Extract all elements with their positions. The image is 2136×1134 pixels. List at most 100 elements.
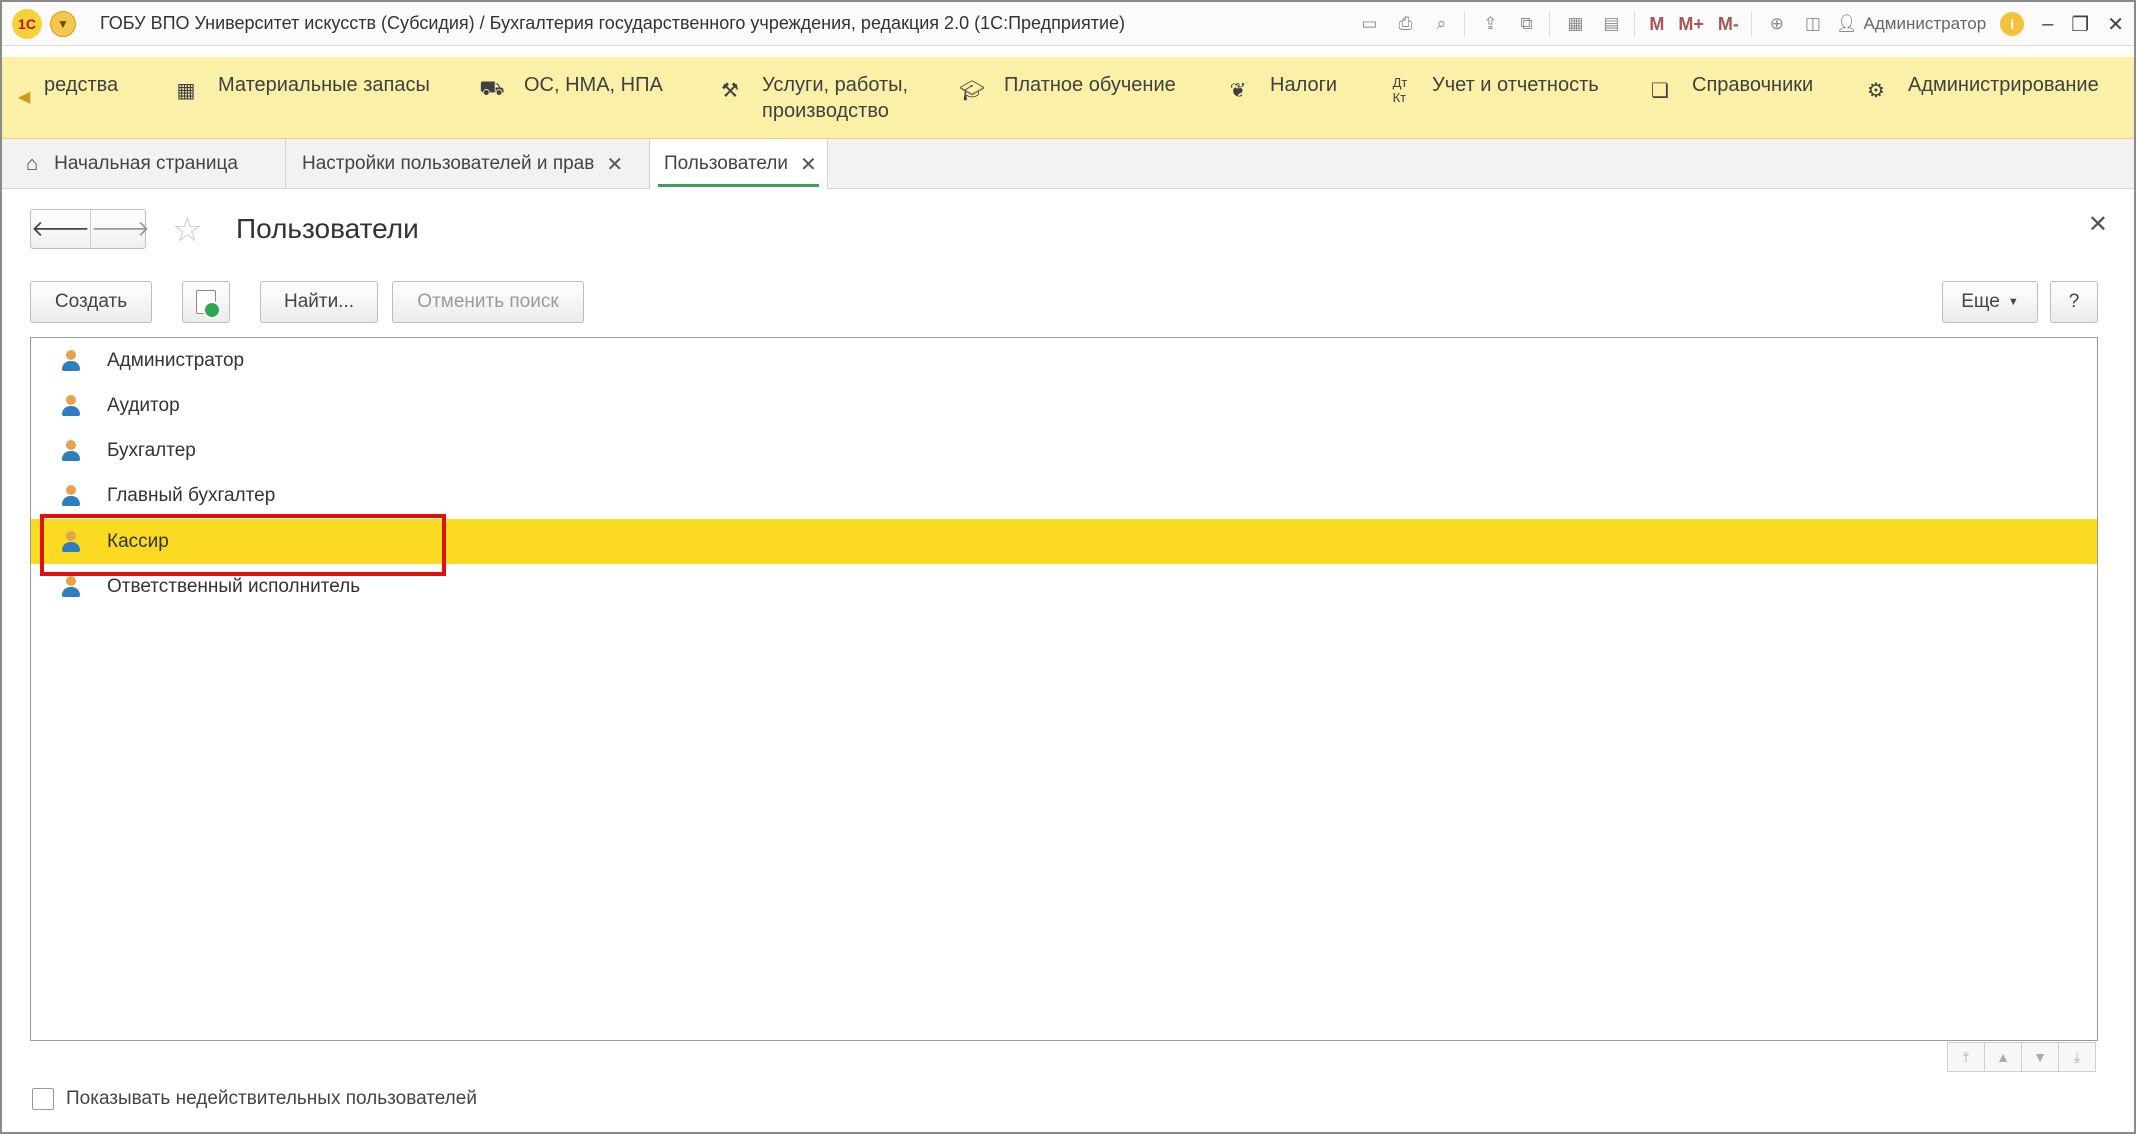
user-name: Администратор [107, 349, 245, 371]
toolbar-divider [1464, 11, 1466, 37]
list-item[interactable]: Аудитор [31, 383, 2097, 428]
favorite-star-icon[interactable]: ☆ [172, 210, 202, 250]
user-name: Аудитор [107, 394, 180, 416]
user-icon [61, 350, 81, 372]
memory-m-button[interactable]: M [1649, 13, 1664, 35]
section-label: ОС, НМА, НПА [524, 74, 663, 96]
eagle-icon: ❦ [1229, 79, 1247, 102]
list-item[interactable]: Администратор [31, 338, 2097, 383]
books-icon: ❏ [1651, 79, 1669, 102]
window-title: ГОБУ ВПО Университет искусств (Субсидия)… [100, 13, 1126, 33]
show-invalid-users-option[interactable]: Показывать недействительных пользователе… [32, 1088, 477, 1110]
upload-icon[interactable]: ⇪ [1479, 13, 1501, 35]
section-paid-education[interactable]: 🎓︎ Платное обучение [958, 72, 1176, 104]
user-name: Бухгалтер [107, 439, 196, 461]
section-label: Платное обучение [1004, 74, 1176, 96]
sections-panel: ◀ редства ▦ Материальные запасы ⛟ ОС, НМ… [2, 57, 2134, 139]
section-label: редства [44, 74, 119, 96]
show-invalid-users-label: Показывать недействительных пользователе… [66, 1088, 477, 1109]
tab-users[interactable]: Пользователи ✕ [650, 139, 828, 189]
gear-icon: ⚙ [1867, 79, 1885, 102]
main-menu-button[interactable]: ▼ [50, 10, 76, 37]
list-item-selected[interactable]: Кассир [31, 519, 2097, 564]
section-label: Справочники [1692, 74, 1814, 96]
tab-label: Настройки пользователей и прав [302, 153, 595, 174]
find-button[interactable]: Найти... [260, 281, 378, 323]
open-windows-bar: ⌂ Начальная страница Настройки пользоват… [2, 139, 2134, 189]
scroll-up-icon[interactable]: ▲ [1984, 1042, 2022, 1072]
forward-button[interactable]: 🡒 [90, 210, 150, 248]
home-icon: ⌂ [26, 152, 39, 175]
close-icon[interactable]: ✕ [606, 152, 623, 177]
section-item[interactable]: редства [38, 72, 118, 98]
app-window: 1С ▼ ГОБУ ВПО Университет искусств (Субс… [0, 0, 2136, 1134]
user-name: Ответственный исполнитель [107, 575, 361, 597]
panel-layout-icon[interactable]: ◫ [1802, 13, 1824, 35]
restore-button[interactable]: ❐ [2071, 12, 2089, 37]
toolbar-divider [1750, 11, 1752, 37]
section-accounting[interactable]: Дт Кт Учет и отчетность [1386, 72, 1599, 105]
section-administration[interactable]: ⚙ Администрирование [1862, 72, 2099, 104]
active-tab-indicator [658, 184, 819, 187]
list-item[interactable]: Бухгалтер [31, 428, 2097, 473]
scroll-top-icon[interactable]: ⤒ [1947, 1042, 1985, 1072]
preview-icon[interactable]: ⌕ [1430, 13, 1452, 35]
section-services[interactable]: ⚒ Услуги, работы, производство [716, 72, 922, 124]
tab-home[interactable]: ⌂ Начальная страница [2, 139, 286, 189]
list-scroll-controls: ⤒ ▲ ▼ ⤓ [1947, 1042, 2096, 1072]
help-button[interactable]: ? [2050, 281, 2098, 323]
calculator-icon[interactable]: ▦ [1564, 13, 1586, 35]
section-label: Налоги [1270, 74, 1338, 96]
app-logo: 1С [12, 8, 42, 39]
user-icon [61, 395, 81, 417]
close-window-button[interactable]: ✕ [2107, 12, 2124, 37]
section-fixed-assets[interactable]: ⛟ ОС, НМА, НПА [478, 72, 663, 104]
save-icon[interactable]: ▭ [1358, 13, 1380, 35]
user-name: Главный бухгалтер [107, 484, 276, 506]
list-item[interactable]: Главный бухгалтер [31, 473, 2097, 518]
graduation-cap-icon: 🎓︎ [959, 79, 985, 102]
section-references[interactable]: ❏ Справочники [1646, 72, 1813, 104]
section-taxes[interactable]: ❦ Налоги [1224, 72, 1337, 104]
arrow-left-icon: 🡐 [31, 216, 90, 241]
navigation-buttons: 🡐 🡒 [30, 209, 150, 249]
current-user-name: Администратор [1863, 14, 1987, 33]
user-name: Кассир [107, 530, 169, 552]
copy-button[interactable] [182, 281, 230, 323]
compare-icon[interactable]: ⧉ [1515, 13, 1537, 35]
calendar-icon[interactable]: ▤ [1600, 13, 1622, 35]
current-user[interactable]: 👤︎ Администратор [1836, 14, 1986, 34]
truck-icon: ⛟ [479, 77, 505, 100]
more-button[interactable]: Еще ▼ [1942, 281, 2038, 323]
section-label: Материальные запасы [218, 74, 430, 96]
tab-label: Начальная страница [54, 153, 238, 174]
scroll-down-icon[interactable]: ▼ [2021, 1042, 2059, 1072]
minimize-button[interactable]: – [2042, 13, 2053, 36]
tools-icon: ⚒ [721, 79, 739, 102]
info-icon[interactable]: i [2000, 12, 2025, 36]
page-title: Пользователи [236, 213, 419, 244]
title-toolbar: ▭ ⎙ ⌕ ⇪ ⧉ ▦ ▤ M M+ M- ⊕ ◫ 👤︎ Администрат… [1344, 2, 2124, 46]
cancel-search-button[interactable]: Отменить поиск [392, 281, 584, 323]
back-button[interactable]: 🡐 [31, 210, 90, 248]
zoom-icon[interactable]: ⊕ [1766, 13, 1788, 35]
user-icon: 👤︎ [1835, 14, 1858, 33]
users-list[interactable]: Администратор Аудитор Бухгалтер Главный … [30, 337, 2098, 1041]
user-icon [61, 531, 81, 553]
close-icon[interactable]: ✕ [800, 152, 817, 177]
grid-icon: ▦ [176, 79, 196, 102]
arrow-right-icon: 🡒 [91, 216, 150, 241]
section-materials[interactable]: ▦ Материальные запасы [172, 72, 430, 104]
list-item[interactable]: Ответственный исполнитель [31, 564, 2097, 609]
close-form-button[interactable]: ✕ [2088, 210, 2108, 239]
copy-add-icon [196, 290, 221, 319]
toolbar-divider [1634, 11, 1636, 37]
tab-user-settings[interactable]: Настройки пользователей и прав ✕ [286, 139, 650, 189]
memory-minus-button[interactable]: M- [1718, 13, 1739, 35]
show-invalid-users-checkbox[interactable] [32, 1088, 54, 1110]
scroll-left-icon[interactable]: ◀ [18, 87, 30, 107]
memory-plus-button[interactable]: M+ [1678, 13, 1704, 35]
print-icon[interactable]: ⎙ [1394, 13, 1416, 35]
scroll-bottom-icon[interactable]: ⤓ [2058, 1042, 2096, 1072]
create-button[interactable]: Создать [30, 281, 152, 323]
